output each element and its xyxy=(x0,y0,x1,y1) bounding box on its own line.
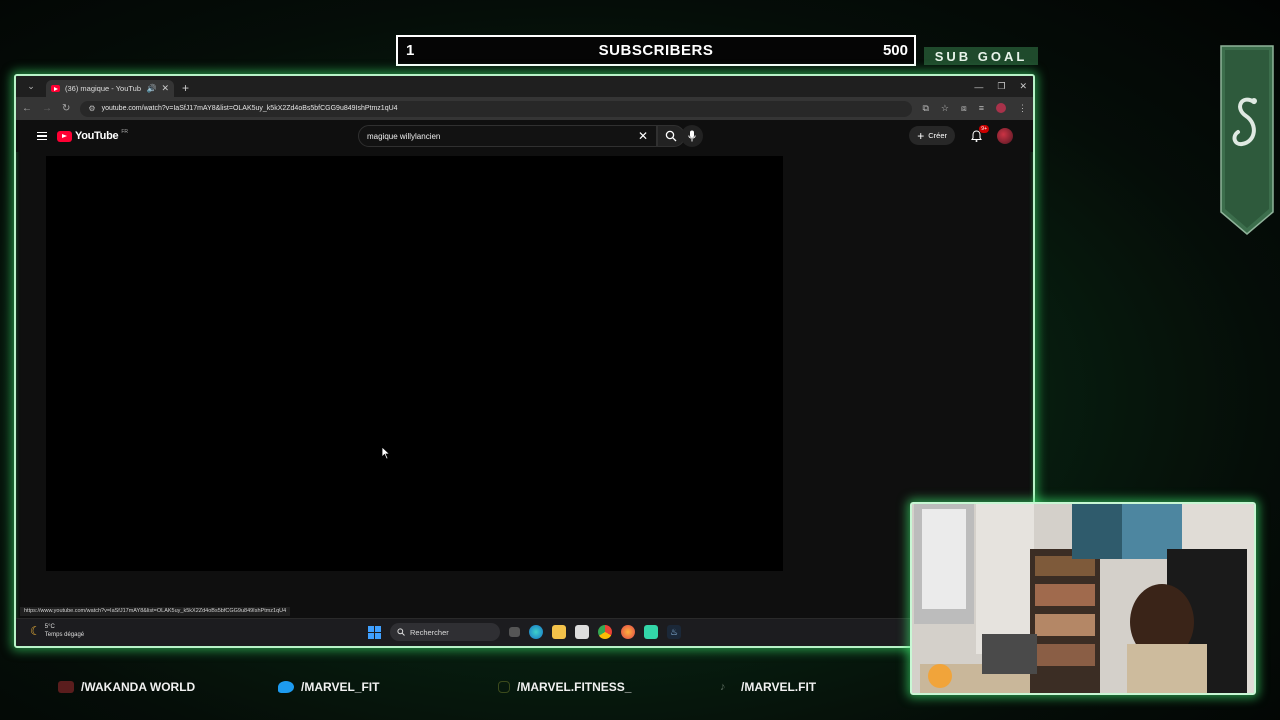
back-icon[interactable]: ← xyxy=(22,103,32,114)
search-query: magique willylancien xyxy=(367,131,441,141)
tab-title: (36) magique - YouTube xyxy=(65,84,142,93)
restore-icon[interactable]: ❐ xyxy=(997,81,1005,92)
extensions-icon[interactable]: ⧈ xyxy=(961,103,967,114)
moon-icon: ☾ xyxy=(30,624,41,638)
youtube-favicon-icon xyxy=(51,85,60,92)
install-app-icon[interactable]: ⧉ xyxy=(922,103,928,114)
weather-temp: 5°C xyxy=(44,624,55,630)
create-button[interactable]: + Créer xyxy=(909,126,955,145)
create-label: Créer xyxy=(928,131,947,140)
site-info-icon[interactable]: ⚙ xyxy=(88,104,95,113)
task-view-icon[interactable] xyxy=(509,627,520,637)
weather-widget[interactable]: ☾ 5°C Temps dégagé xyxy=(30,623,84,639)
weather-desc: Temps dégagé xyxy=(44,632,85,638)
search-icon xyxy=(665,130,677,142)
social-twitter-label: /MARVEL_FIT xyxy=(301,680,380,694)
browser-window: ⌄ (36) magique - YouTube 🔊 ✕ + — ❐ ✕ ← →… xyxy=(14,74,1035,648)
forward-icon[interactable]: → xyxy=(42,103,52,114)
voice-search-button[interactable] xyxy=(681,125,703,147)
social-tiktok-label: /MARVEL.FIT xyxy=(741,680,817,694)
firefox-icon[interactable] xyxy=(621,625,635,639)
close-tab-icon[interactable]: ✕ xyxy=(161,83,169,94)
sub-goal-current: 1 xyxy=(406,42,415,59)
store-icon[interactable] xyxy=(575,625,589,639)
social-tiktok: ♪ /MARVEL.FIT xyxy=(720,680,816,694)
social-links: /WAKANDA WORLD /MARVEL_FIT /MARVEL.FITNE… xyxy=(0,680,900,696)
youtube-logo-text: YouTube xyxy=(75,130,119,142)
country-code: FR xyxy=(121,129,128,135)
steam-icon[interactable]: ♨ xyxy=(667,625,681,639)
url-input[interactable]: ⚙ youtube.com/watch?v=IaSfJ17mAY8&list=O… xyxy=(80,100,913,117)
tiktok-icon: ♪ xyxy=(720,681,726,693)
slytherin-banner-icon xyxy=(1220,45,1274,235)
video-player[interactable] xyxy=(46,156,783,571)
webcam-feed xyxy=(910,502,1256,695)
minimize-icon[interactable]: — xyxy=(974,82,983,92)
social-youtube: /WAKANDA WORLD xyxy=(58,680,195,694)
plus-icon: + xyxy=(917,128,925,143)
reload-icon[interactable]: ↻ xyxy=(62,103,70,114)
social-twitter: /MARVEL_FIT xyxy=(278,680,379,694)
taskbar-search[interactable]: Rechercher xyxy=(390,623,500,641)
file-explorer-icon[interactable] xyxy=(552,625,566,639)
new-tab-button[interactable]: + xyxy=(182,81,189,95)
windows-start-icon[interactable] xyxy=(368,625,381,639)
instagram-icon xyxy=(498,681,510,693)
youtube-masthead: YouTube FR magique willylancien ✕ + Crée… xyxy=(16,120,1033,152)
social-instagram-label: /MARVEL.FITNESS_ xyxy=(517,680,632,694)
clear-search-icon[interactable]: ✕ xyxy=(638,129,648,143)
address-bar: ← → ↻ ⚙ youtube.com/watch?v=IaSfJ17mAY8&… xyxy=(16,97,1033,120)
url-text: youtube.com/watch?v=IaSfJ17mAY8&list=OLA… xyxy=(101,105,398,112)
youtube-icon xyxy=(58,681,74,693)
windows-taskbar: ☾ 5°C Temps dégagé Rechercher ♨ xyxy=(16,618,1033,646)
tab-search-icon[interactable]: ⌄ xyxy=(22,76,40,97)
sub-goal-target: 500 xyxy=(882,42,908,59)
media-control-icon[interactable]: ≡ xyxy=(979,103,984,114)
webcam-scene xyxy=(912,504,1254,693)
browser-tab[interactable]: (36) magique - YouTube 🔊 ✕ xyxy=(46,80,174,97)
browser-menu-icon[interactable]: ⋮ xyxy=(1018,103,1027,114)
sub-goal-bar: 1 SUBSCRIBERS 500 xyxy=(396,35,916,66)
sub-goal-tag: SUB GOAL xyxy=(924,47,1038,65)
menu-icon[interactable] xyxy=(37,131,47,141)
tab-bar: ⌄ (36) magique - YouTube 🔊 ✕ + — ❐ ✕ xyxy=(16,76,1033,97)
bookmark-star-icon[interactable]: ☆ xyxy=(941,103,949,114)
spotify-like-app-icon[interactable] xyxy=(644,625,658,639)
search-input[interactable]: magique willylancien ✕ xyxy=(358,125,657,147)
search-icon xyxy=(397,628,405,636)
mouse-cursor-icon xyxy=(381,446,391,460)
speaker-icon[interactable]: 🔊 xyxy=(146,84,156,93)
taskbar-search-placeholder: Rechercher xyxy=(410,627,449,637)
profile-avatar[interactable] xyxy=(996,103,1006,113)
microphone-icon xyxy=(688,130,696,142)
close-window-icon[interactable]: ✕ xyxy=(1019,81,1027,92)
notifications-button[interactable]: 9+ xyxy=(969,124,989,143)
sub-goal-label: SUBSCRIBERS xyxy=(598,42,714,59)
account-avatar[interactable] xyxy=(997,127,1013,144)
twitter-icon xyxy=(278,681,294,693)
social-instagram: /MARVEL.FITNESS_ xyxy=(498,680,631,694)
youtube-logo[interactable]: YouTube FR xyxy=(57,129,128,142)
youtube-play-icon xyxy=(57,130,72,142)
window-controls: — ❐ ✕ xyxy=(974,76,1027,97)
status-link-preview: https://www.youtube.com/watch?v=IaSfJ17m… xyxy=(20,607,291,616)
notifications-badge: 9+ xyxy=(979,124,989,133)
chrome-icon[interactable] xyxy=(598,625,612,639)
social-youtube-label: /WAKANDA WORLD xyxy=(81,680,196,694)
edge-icon[interactable] xyxy=(529,625,543,639)
